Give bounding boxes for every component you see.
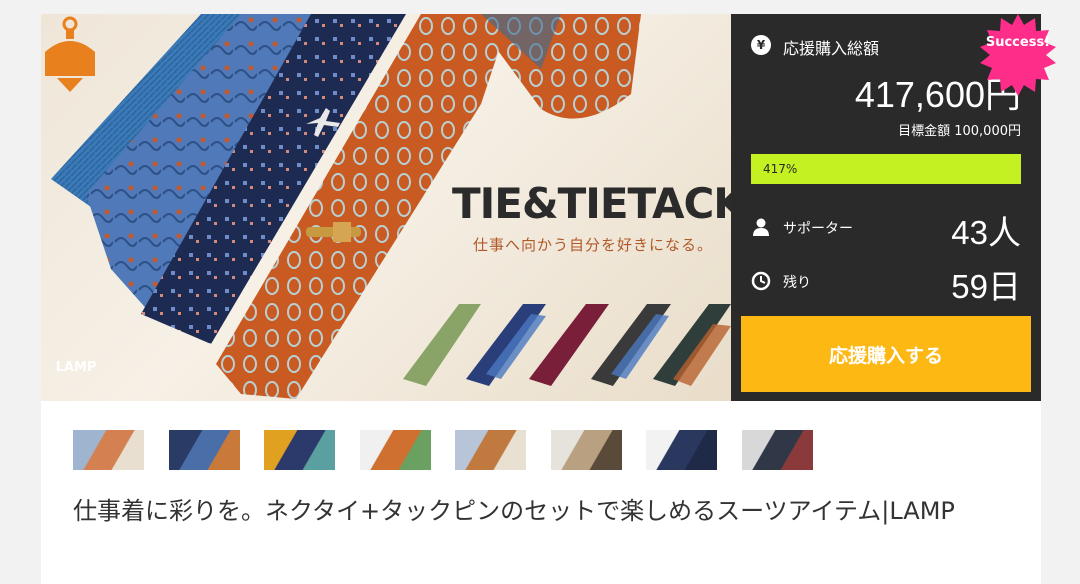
total-label: 応援購入総額 (783, 39, 880, 58)
success-badge: Success! (985, 35, 1051, 50)
thumb-tie-assortment[interactable] (264, 430, 335, 470)
thumb-ties-package[interactable] (73, 430, 144, 470)
support-purchase-button[interactable]: 応援購入する (741, 316, 1031, 392)
supporters-label: サポーター (783, 221, 853, 237)
thumb-man-beige-suit[interactable] (551, 430, 622, 470)
thumbnail-strip (73, 430, 833, 470)
hero-image: TIE&TIETACK 仕事へ向かう自分を好きになる。 LAMP (41, 14, 731, 401)
thumb-navy-tie[interactable] (169, 430, 240, 470)
thumb-tie-pin-gold[interactable] (455, 430, 526, 470)
hero-title: TIE&TIETACK (452, 179, 731, 228)
thumb-man-dark-suit[interactable] (742, 430, 813, 470)
person-icon (753, 218, 769, 236)
thumb-tie-tack-closeup[interactable] (360, 430, 431, 470)
project-title: 仕事着に彩りを。ネクタイ+タックピンのセットで楽しめるスーツアイテム|LAMP (73, 497, 955, 525)
progress-percent: 417% (763, 162, 798, 176)
lamp-logo-text: LAMP (55, 360, 97, 375)
success-badge-icon (980, 14, 1056, 96)
thumb-man-navy-suit[interactable] (646, 430, 717, 470)
clock-icon (751, 271, 771, 291)
hero-subtitle: 仕事へ向かう自分を好きになる。 (473, 236, 714, 254)
project-card: TIE&TIETACK 仕事へ向かう自分を好きになる。 LAMP ¥ 応援購入総… (41, 14, 1056, 584)
remaining-days: 59日 (951, 268, 1021, 305)
yen-icon: ¥ (751, 35, 771, 55)
remaining-label: 残り (783, 275, 811, 291)
lamp-logo-icon (45, 16, 95, 92)
progress-bar: 417% (751, 154, 1021, 184)
supporters-count: 43人 (951, 214, 1021, 251)
goal-amount: 目標金額 100,000円 (898, 124, 1021, 139)
